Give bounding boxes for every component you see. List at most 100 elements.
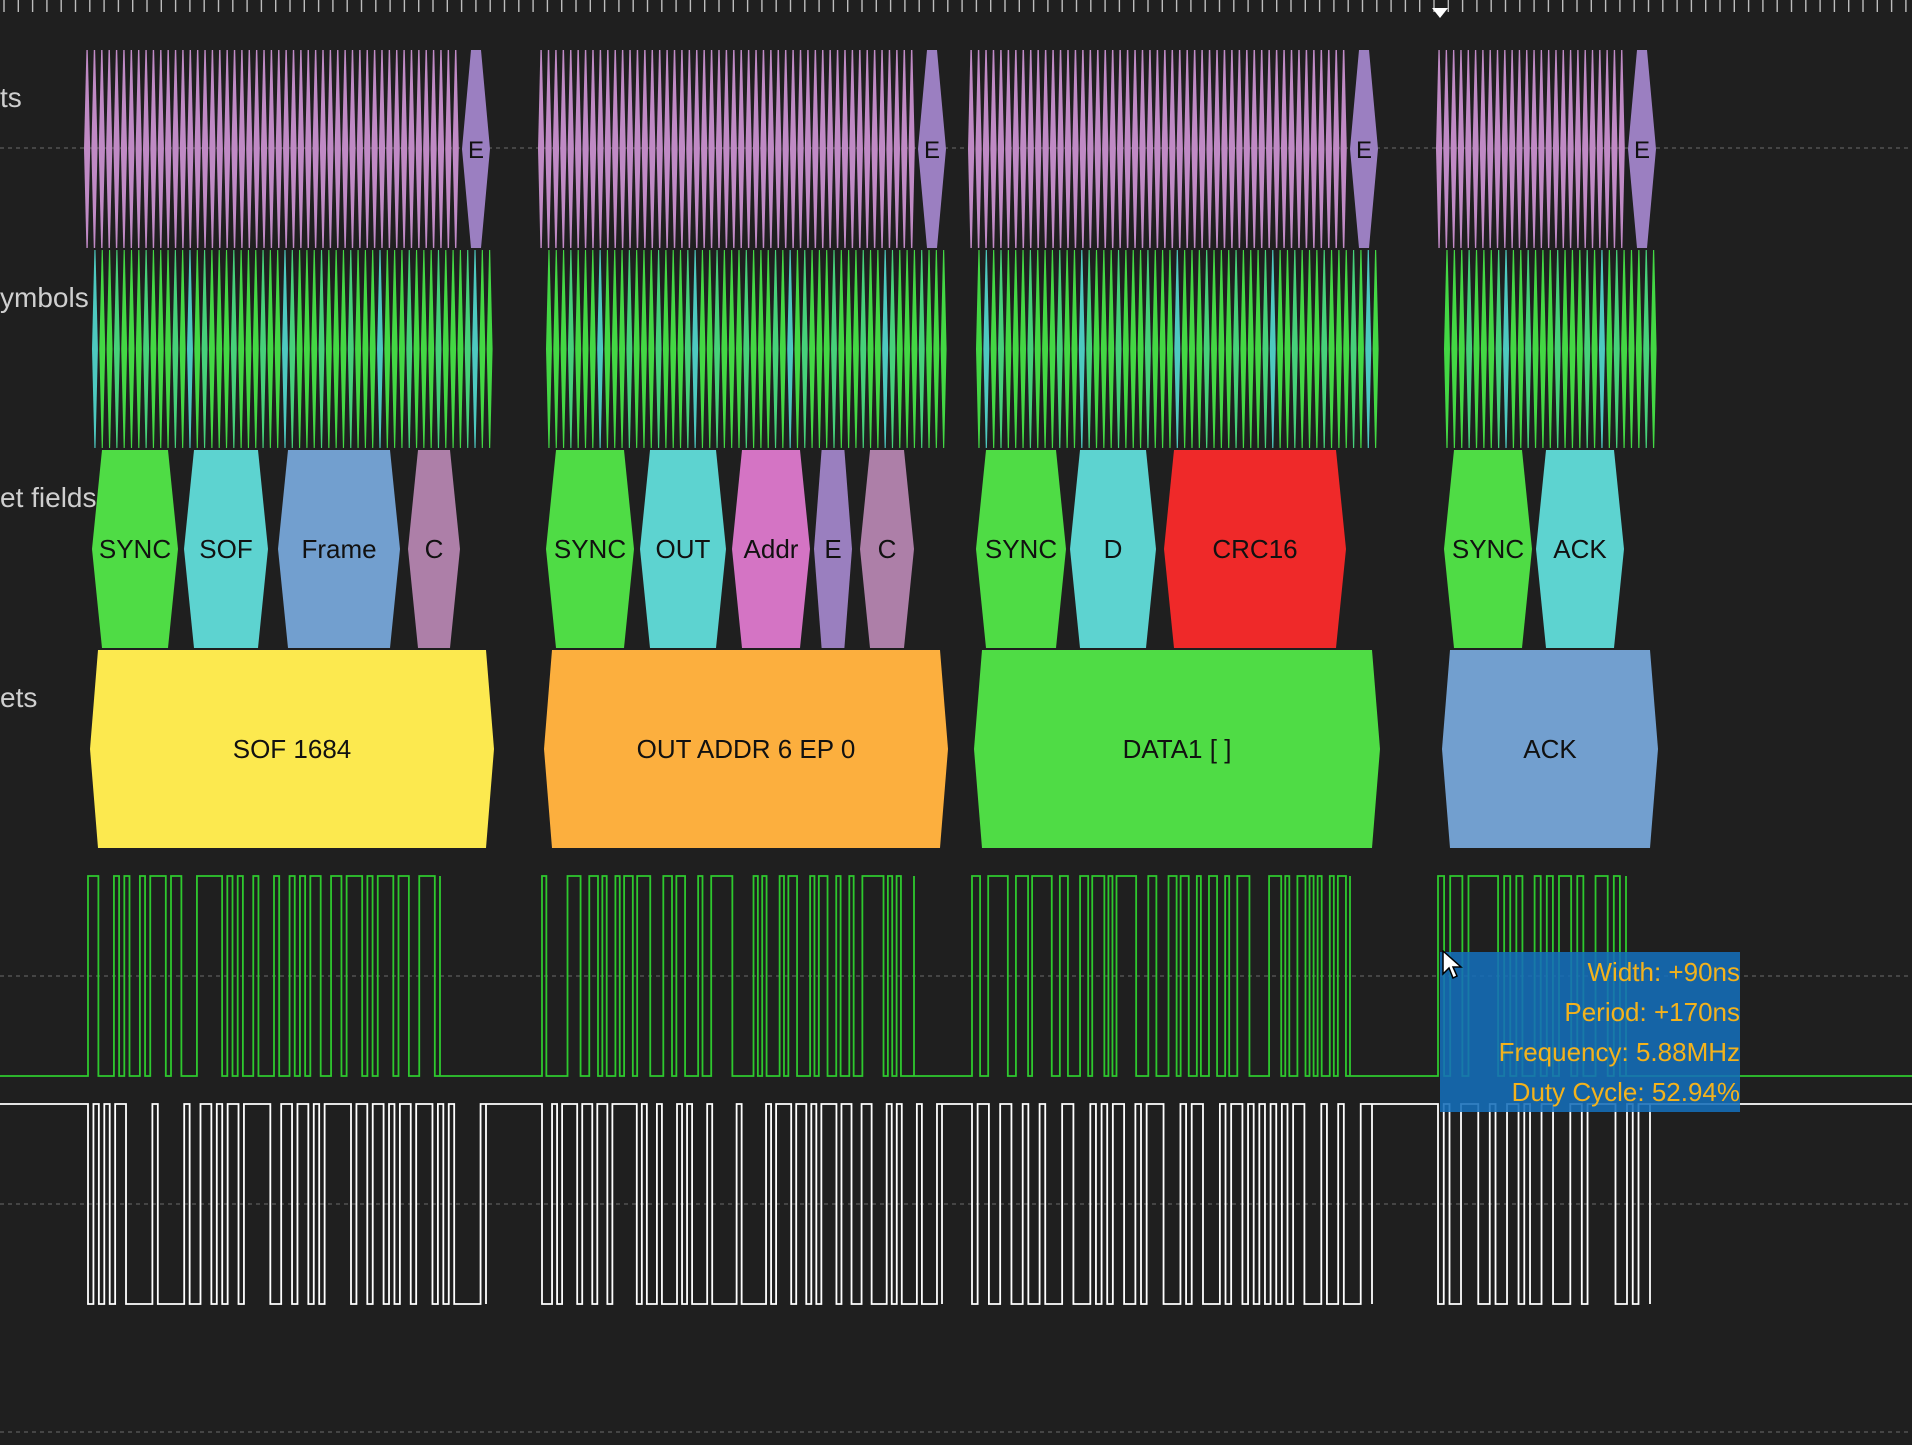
symbol-mark: [1203, 250, 1210, 448]
symbol-mark: [1525, 250, 1532, 448]
symbol-mark: [1034, 250, 1041, 448]
symbol-mark: [267, 250, 274, 448]
bit-mark: [297, 50, 304, 248]
symbol-mark: [311, 250, 318, 448]
bit-mark: [597, 50, 604, 248]
bit-mark: [1154, 50, 1161, 248]
packet-field-label: ACK: [1553, 534, 1607, 564]
symbol-mark: [1049, 250, 1056, 448]
symbol-mark: [157, 250, 164, 448]
symbol-mark: [238, 250, 245, 448]
bit-mark: [1072, 50, 1079, 248]
bit-mark: [871, 50, 878, 248]
packet-field-label: SYNC: [99, 534, 171, 564]
symbol-mark: [1444, 250, 1450, 448]
symbol-mark: [1606, 250, 1613, 448]
bit-mark: [84, 50, 91, 248]
symbol-mark: [1643, 250, 1650, 448]
bit-end-label: E: [1634, 137, 1650, 164]
bit-mark: [1124, 50, 1131, 248]
symbol-mark: [333, 250, 340, 448]
symbol-mark: [223, 250, 230, 448]
bit-mark: [283, 50, 290, 248]
packet-field-label: D: [1104, 534, 1123, 564]
symbol-mark: [1321, 250, 1328, 448]
symbol-mark: [626, 250, 633, 448]
packet-field-label: CRC16: [1212, 534, 1297, 564]
bit-mark: [135, 50, 142, 248]
symbol-mark: [303, 250, 310, 448]
symbol-mark: [976, 250, 982, 448]
symbol-mark: [998, 250, 1004, 448]
symbol-mark: [318, 250, 325, 448]
symbol-mark: [420, 250, 427, 448]
symbol-mark: [1621, 250, 1628, 448]
bit-mark: [1288, 50, 1295, 248]
row-label-bits: ts: [0, 82, 22, 113]
bit-mark: [1567, 50, 1574, 248]
bit-mark: [1049, 50, 1057, 248]
symbol-mark: [845, 250, 852, 448]
symbol-mark: [252, 250, 259, 448]
symbol-mark: [779, 250, 786, 448]
trace-canvas[interactable]: E SYNC SOF Frame C SOF 1684 E SYNC OUT Addr E C OUT …: [0, 0, 1912, 1445]
bit-mark: [1596, 50, 1603, 248]
bit-mark: [187, 50, 194, 248]
bit-mark: [437, 50, 445, 248]
bit-mark: [165, 50, 172, 248]
bit-mark: [172, 50, 179, 248]
symbol-mark: [1181, 250, 1188, 448]
symbol-mark: [1576, 250, 1583, 448]
bit-mark: [445, 50, 452, 248]
bit-mark: [1139, 50, 1146, 248]
symbol-mark: [1020, 250, 1027, 448]
bit-mark: [545, 50, 552, 248]
bit-mark: [834, 50, 841, 248]
bit-mark: [1251, 50, 1258, 248]
cursor-marker-icon: [1432, 8, 1448, 18]
bit-mark: [968, 50, 975, 248]
bit-mark: [452, 50, 459, 248]
packet-field-label: C: [878, 534, 897, 564]
bit-mark: [378, 50, 386, 248]
bit-mark: [1560, 50, 1567, 248]
packet-field-label: OUT: [656, 534, 711, 564]
bit-mark: [157, 50, 164, 248]
bit-mark: [1618, 50, 1625, 248]
symbol-mark: [1247, 250, 1254, 448]
symbol-mark: [677, 250, 684, 448]
symbol-mark: [1598, 250, 1605, 448]
bit-mark: [604, 50, 611, 248]
bit-mark: [1109, 50, 1116, 248]
bit-mark: [386, 50, 393, 248]
symbol-mark: [165, 250, 171, 448]
bit-mark: [113, 50, 120, 248]
symbol-mark: [1071, 250, 1078, 448]
row-label-packets: ets: [0, 682, 38, 713]
bit-mark: [782, 50, 789, 248]
symbol-mark: [1306, 250, 1313, 448]
symbol-mark: [1115, 250, 1122, 448]
symbol-mark: [772, 250, 779, 448]
bit-mark: [1538, 50, 1545, 248]
bit-mark: [901, 50, 908, 248]
bit-mark: [423, 50, 430, 248]
bit-mark: [1079, 50, 1087, 248]
symbol-mark: [1174, 250, 1181, 448]
symbol-mark: [1584, 250, 1591, 448]
symbol-mark: [699, 250, 706, 448]
bit-mark: [1012, 50, 1019, 248]
bit-mark: [106, 50, 113, 248]
symbol-mark: [216, 250, 223, 448]
bit-mark: [91, 50, 98, 248]
bit-mark: [752, 50, 760, 248]
symbol-mark: [1225, 250, 1232, 448]
bit-mark: [246, 50, 253, 248]
symbol-mark: [553, 250, 560, 448]
symbol-mark: [282, 250, 288, 448]
bit-mark: [589, 50, 597, 248]
symbol-mark: [1137, 250, 1144, 448]
bit-mark: [1465, 50, 1472, 248]
bit-mark: [1516, 50, 1523, 248]
symbol-mark: [1451, 250, 1458, 448]
